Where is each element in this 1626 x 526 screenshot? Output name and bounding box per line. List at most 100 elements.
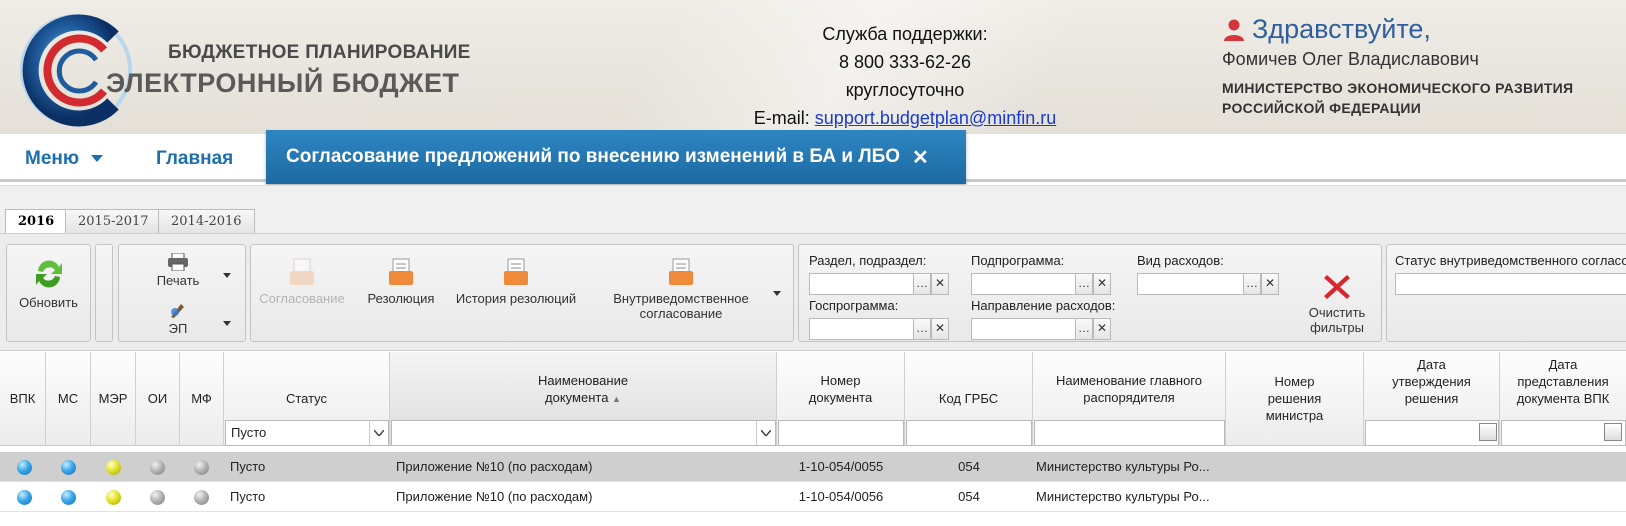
document-name-filter-dropdown[interactable]: [756, 421, 774, 445]
ep-button[interactable]: ЭП: [143, 301, 213, 336]
subprogram-filter-select-button[interactable]: …: [1075, 273, 1093, 295]
approval-label: Согласование: [259, 291, 345, 306]
expense-type-filter-select-button[interactable]: …: [1243, 273, 1261, 295]
tab-year-2015-2017[interactable]: 2015-2017: [65, 209, 162, 235]
close-icon[interactable]: ✕: [912, 145, 929, 170]
tab-year-2014-2016[interactable]: 2014-2016: [158, 209, 255, 235]
print-group: Печать ЭП: [118, 244, 246, 342]
expense-direction-filter-label: Направление расходов:: [971, 298, 1116, 313]
resolution-button[interactable]: Резолюция: [361, 257, 441, 306]
column-header-ms[interactable]: МС: [46, 352, 91, 446]
section-filter-input[interactable]: [809, 273, 914, 295]
approval-button[interactable]: Согласование: [257, 257, 347, 306]
expense-direction-filter-select-button[interactable]: …: [1075, 318, 1093, 340]
ep-dropdown-caret[interactable]: [223, 321, 231, 326]
expense-type-filter-clear-button[interactable]: ✕: [1261, 273, 1279, 295]
active-tab[interactable]: Согласование предложений по внесению изм…: [266, 130, 966, 184]
internal-status-group: Статус внутриведомственного согласо: [1386, 244, 1626, 342]
subprogram-filter-input[interactable]: [971, 273, 1076, 295]
manager-name-filter-input[interactable]: [1034, 420, 1225, 446]
vpk-status-indicator-icon: [17, 490, 32, 505]
row-document-number: 1-10-054/0055: [798, 459, 884, 474]
resolution-label: Резолюция: [367, 291, 435, 306]
row-grbs-code: 054: [958, 489, 980, 504]
expense-direction-filter-clear-button[interactable]: ✕: [1093, 318, 1111, 340]
calendar-icon[interactable]: [1479, 423, 1497, 441]
approval-icon: [290, 258, 314, 285]
logo-title-bottom: ЭЛЕКТРОННЫЙ БЮДЖЕТ: [106, 68, 460, 98]
subprogram-filter-clear-button[interactable]: ✕: [1093, 273, 1111, 295]
clear-filters-label-2: фильтры: [1310, 320, 1364, 335]
print-dropdown-caret[interactable]: [223, 273, 231, 278]
oi-status-indicator-icon: [150, 490, 165, 505]
mf-status-indicator-icon: [194, 460, 209, 475]
resolution-history-label: История резолюций: [455, 291, 577, 306]
history-icon: [504, 258, 528, 285]
row-document-name: Приложение №10 (по расходам): [396, 459, 593, 474]
status-filter-dropdown[interactable]: [369, 421, 387, 445]
support-email-link[interactable]: support.budgetplan@minfin.ru: [815, 108, 1056, 128]
state-program-filter-select-button[interactable]: …: [913, 318, 931, 340]
mf-status-indicator-icon: [194, 490, 209, 505]
user-organization: МИНИСТЕРСТВО ЭКОНОМИЧЕСКОГО РАЗВИТИЯ РОС…: [1222, 78, 1622, 118]
greeting: Здравствуйте,: [1222, 14, 1622, 45]
internal-approval-button[interactable]: Внутриведомственное согласование: [606, 257, 756, 321]
expense-type-filter-label: Вид расходов:: [1137, 253, 1224, 268]
section-filter-select-button[interactable]: …: [913, 273, 931, 295]
state-program-filter-clear-button[interactable]: ✕: [931, 318, 949, 340]
table-row[interactable]: Пусто Приложение №10 (по расходам) 1-10-…: [0, 482, 1626, 512]
support-email-line: E-mail: support.budgetplan@minfin.ru: [720, 104, 1090, 132]
grbs-code-filter-input[interactable]: [906, 420, 1032, 446]
internal-approval-label-1: Внутриведомственное: [613, 291, 749, 306]
printer-icon: [168, 253, 188, 271]
state-program-filter-input[interactable]: [809, 318, 914, 340]
user-name: Фомичев Олег Владиславович: [1222, 49, 1479, 69]
column-header-mer[interactable]: МЭР: [91, 352, 136, 446]
column-header-vpk[interactable]: ВПК: [0, 352, 46, 446]
expense-type-filter-input[interactable]: [1137, 273, 1244, 295]
column-header-mf[interactable]: МФ: [180, 352, 224, 446]
ms-status-indicator-icon: [61, 460, 76, 475]
print-label: Печать: [156, 273, 200, 288]
column-header-oi[interactable]: ОИ: [136, 352, 180, 446]
support-hours: круглосуточно: [845, 80, 965, 100]
resolution-history-button[interactable]: История резолюций: [446, 257, 586, 306]
clear-filters-button[interactable]: Очистить фильтры: [1297, 273, 1377, 335]
column-header-minister-decision-number[interactable]: Номер решения министра: [1226, 352, 1364, 446]
internal-approval-label-2: согласование: [639, 306, 723, 321]
org-line-2: РОССИЙСКОЙ ФЕДЕРАЦИИ: [1222, 100, 1422, 116]
logo-title-top: БЮДЖЕТНОЕ ПЛАНИРОВАНИЕ: [168, 42, 471, 63]
home-link[interactable]: Главная: [156, 148, 233, 170]
print-button[interactable]: Печать: [143, 253, 213, 288]
tab-year-2016[interactable]: 2016: [5, 209, 68, 235]
clear-filters-label-1: Очистить: [1308, 305, 1366, 320]
active-tab-label: Согласование предложений по внесению изм…: [286, 146, 901, 167]
section-filter-clear-button[interactable]: ✕: [931, 273, 949, 295]
section-filter-label: Раздел, подраздел:: [809, 253, 927, 268]
internal-approval-caret[interactable]: [773, 291, 781, 296]
support-block: Служба поддержки: 8 800 333-62-26 кругло…: [720, 20, 1090, 132]
refresh-group: Обновить: [6, 244, 91, 342]
document-name-filter-select[interactable]: [391, 420, 776, 446]
row-status: Пусто: [230, 489, 266, 504]
internal-status-filter-input[interactable]: [1395, 273, 1626, 295]
document-number-filter-input[interactable]: [778, 420, 904, 446]
spacer-group: [95, 244, 113, 342]
ms-status-indicator-icon: [61, 490, 76, 505]
chevron-down-icon: [373, 430, 384, 436]
menu-button[interactable]: Меню: [25, 148, 104, 170]
support-phone: 8 800 333-62-26: [838, 52, 972, 72]
filters-group: Раздел, подраздел: … ✕ Подпрограмма: … ✕…: [798, 244, 1382, 342]
refresh-button[interactable]: Обновить: [7, 257, 90, 310]
chevron-down-icon: [91, 155, 104, 162]
year-tabs-bar: 2016 2015-2017 2014-2016: [0, 185, 1626, 235]
expense-direction-filter-input[interactable]: [971, 318, 1076, 340]
status-filter-select[interactable]: Пусто: [225, 420, 389, 446]
row-manager-name: Министерство культуры Ро...: [1036, 459, 1210, 474]
mer-status-indicator-icon: [106, 490, 121, 505]
signature-icon: [171, 304, 184, 318]
calendar-icon[interactable]: [1604, 423, 1622, 441]
table-row[interactable]: Пусто Приложение №10 (по расходам) 1-10-…: [0, 452, 1626, 482]
user-block: Здравствуйте, Фомичев Олег Владиславович…: [1222, 14, 1622, 118]
org-line-1: МИНИСТЕРСТВО ЭКОНОМИЧЕСКОГО РАЗВИТИЯ: [1222, 80, 1574, 96]
